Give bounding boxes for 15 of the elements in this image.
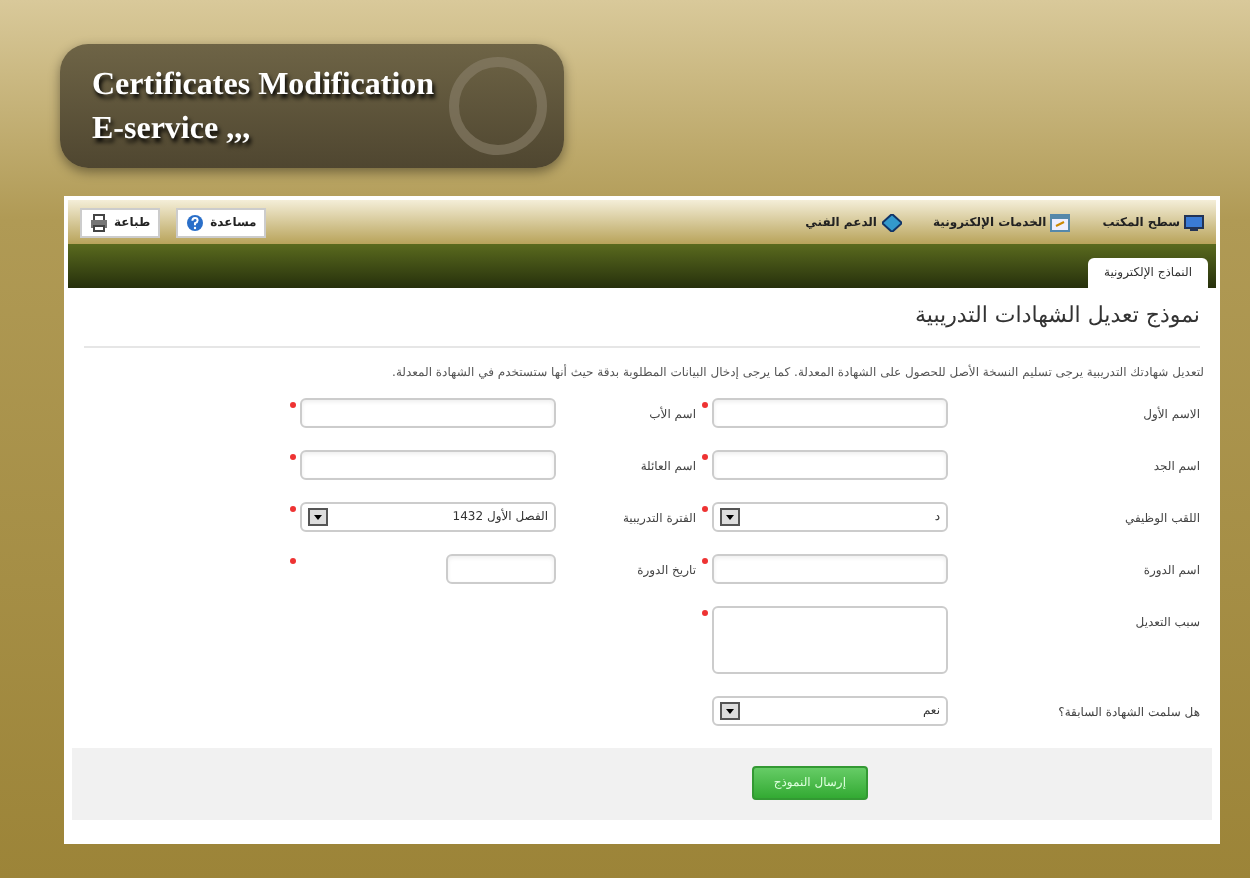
- banner-title: Certificates Modification: [92, 66, 437, 106]
- help-icon: [186, 213, 205, 231]
- window-icon: [1050, 213, 1071, 231]
- input-field[interactable]: [712, 397, 948, 427]
- input-field[interactable]: [300, 449, 556, 479]
- input-field[interactable]: [300, 397, 556, 427]
- diamond-icon: [881, 213, 901, 231]
- input-field[interactable]: [446, 553, 556, 583]
- form-title: نموذج تعديل الشهادات التدريبية: [84, 300, 1200, 347]
- text-area[interactable]: [712, 605, 948, 673]
- input-field[interactable]: [712, 449, 948, 479]
- banner-subtitle: E-service ,,,: [92, 110, 253, 150]
- printer-icon: [90, 213, 108, 231]
- input-field[interactable]: [712, 553, 948, 583]
- desktop-icon: [1184, 213, 1204, 231]
